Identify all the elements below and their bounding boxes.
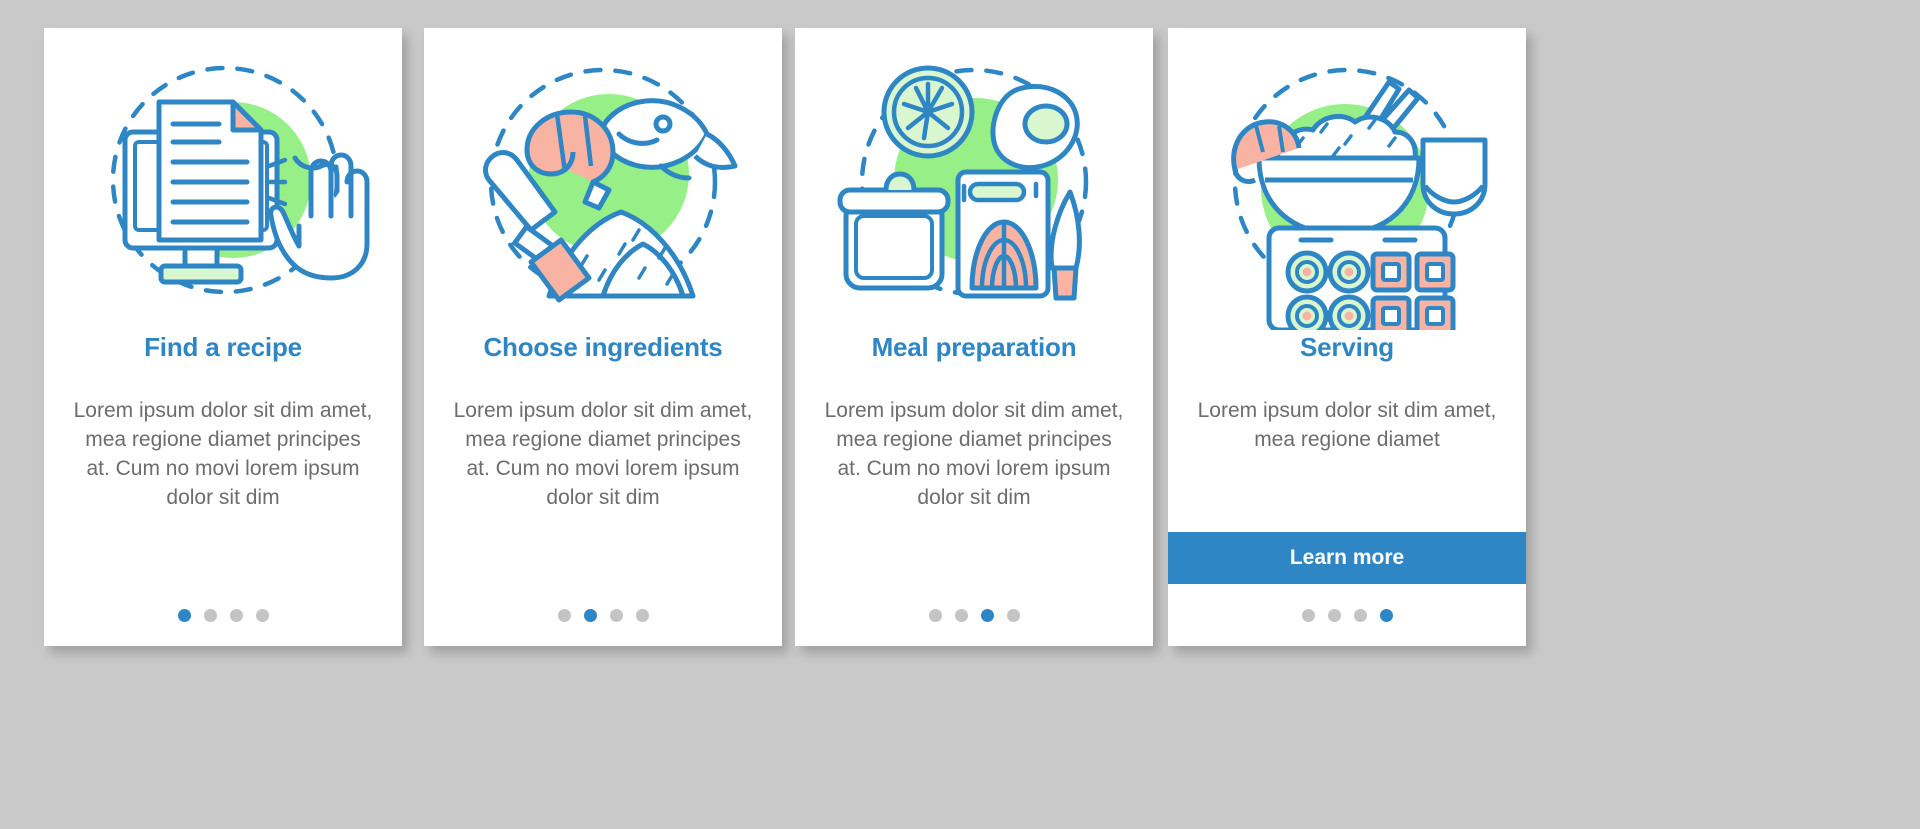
pagination-dots[interactable] [928, 584, 1020, 646]
illustration-container [424, 28, 782, 328]
pagination-dot-1[interactable] [1301, 608, 1315, 622]
sushi-bowl-chopsticks-icon [1231, 67, 1488, 330]
pagination-dot-3[interactable] [229, 608, 243, 622]
card-body-text: Lorem ipsum dolor sit dim amet, mea regi… [1197, 399, 1497, 451]
pagination-dot-2[interactable] [203, 608, 217, 622]
pagination-dot-4[interactable] [1379, 608, 1393, 622]
onboarding-card-serving[interactable]: Serving Lorem ipsum dolor sit dim amet, … [1168, 28, 1526, 646]
pagination-dots[interactable] [1301, 584, 1393, 646]
card-title: Find a recipe [144, 332, 302, 362]
learn-more-button[interactable]: Learn more [1168, 532, 1526, 584]
card-title: Meal preparation [871, 332, 1077, 362]
pagination-dot-4[interactable] [255, 608, 269, 622]
pagination-dot-1[interactable] [557, 608, 571, 622]
pagination-dot-3[interactable] [609, 608, 623, 622]
illustration-container [1168, 28, 1526, 330]
pagination-dot-2[interactable] [1327, 608, 1341, 622]
pot-salmon-knife-icon [837, 65, 1089, 301]
card-body-text: Lorem ipsum dolor sit dim amet, mea regi… [73, 399, 373, 509]
card-title: Serving [1300, 332, 1394, 362]
illustration-container [44, 28, 402, 328]
pagination-dot-3[interactable] [980, 608, 994, 622]
pagination-dot-1[interactable] [928, 608, 942, 622]
pagination-dot-4[interactable] [1006, 608, 1020, 622]
onboarding-card-meal-preparation[interactable]: Meal preparation Lorem ipsum dolor sit d… [795, 28, 1153, 646]
pagination-dot-2[interactable] [583, 608, 597, 622]
pagination-dot-2[interactable] [954, 608, 968, 622]
pagination-dot-1[interactable] [177, 608, 191, 622]
pagination-dot-4[interactable] [635, 608, 649, 622]
onboarding-card-choose-ingredients[interactable]: Choose ingredients Lorem ipsum dolor sit… [424, 28, 782, 646]
monitor-document-hand-icon [110, 65, 370, 295]
onboarding-card-find-a-recipe[interactable]: Find a recipe Lorem ipsum dolor sit dim … [44, 28, 402, 646]
pagination-dots[interactable] [557, 584, 649, 646]
pagination-dots[interactable] [177, 584, 269, 646]
card-body-text: Lorem ipsum dolor sit dim amet, mea regi… [824, 399, 1124, 509]
pagination-dot-3[interactable] [1353, 608, 1367, 622]
card-body-text: Lorem ipsum dolor sit dim amet, mea regi… [453, 399, 753, 509]
illustration-container [795, 28, 1153, 328]
card-title: Choose ingredients [483, 332, 723, 362]
onboarding-screens-stage: Find a recipe Lorem ipsum dolor sit dim … [0, 0, 1920, 829]
shrimp-fish-rice-icon [483, 67, 738, 303]
